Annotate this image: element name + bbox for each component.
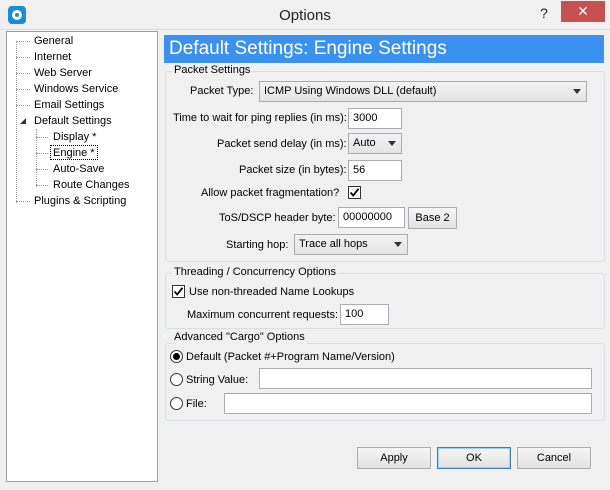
apply-button[interactable]: Apply <box>357 447 431 469</box>
cargo-string-radio[interactable] <box>170 373 183 386</box>
packet-size-input[interactable]: 56 <box>348 160 402 181</box>
packet-size-label: Packet size (in bytes): <box>239 164 347 176</box>
title-bar: Options ? ✕ <box>0 0 610 30</box>
tree-item-route-changes[interactable]: Route Changes <box>53 178 129 193</box>
checkmark-icon <box>349 188 360 197</box>
tree-connector <box>16 89 30 90</box>
cargo-file-input[interactable] <box>224 393 592 414</box>
help-button[interactable]: ? <box>530 2 558 24</box>
cargo-string-label[interactable]: String Value: <box>186 373 248 387</box>
cancel-button[interactable]: Cancel <box>517 447 591 469</box>
chevron-down-icon <box>573 89 581 94</box>
tree-item-engine[interactable]: Engine * <box>50 145 98 160</box>
tree-connector <box>16 73 30 74</box>
base2-button[interactable]: Base 2 <box>408 207 457 229</box>
cargo-default-label[interactable]: Default (Packet #+Program Name/Version) <box>186 350 395 364</box>
tree-item-display[interactable]: Display * <box>53 130 96 145</box>
tos-input[interactable]: 00000000 <box>338 207 405 228</box>
tos-label: ToS/DSCP header byte: <box>219 212 336 224</box>
page-title: Default Settings: Engine Settings <box>164 35 604 63</box>
packet-type-select[interactable]: ICMP Using Windows DLL (default) <box>259 81 587 102</box>
close-button[interactable]: ✕ <box>561 1 605 22</box>
packet-type-value: ICMP Using Windows DLL (default) <box>264 85 437 97</box>
tree-item-plugins-scripting[interactable]: Plugins & Scripting <box>34 194 126 209</box>
max-requests-label: Maximum concurrent requests: <box>187 309 338 321</box>
tree-connector <box>36 169 48 170</box>
checkmark-icon <box>173 287 184 296</box>
starting-hop-value: Trace all hops <box>299 238 368 250</box>
cargo-file-radio[interactable] <box>170 397 183 410</box>
packet-type-label: Packet Type: <box>190 85 254 97</box>
tree-connector <box>16 41 17 203</box>
collapse-arrow-icon[interactable] <box>19 117 27 125</box>
tree-connector <box>36 185 48 186</box>
window-title: Options <box>279 7 331 24</box>
timeout-input[interactable]: 3000 <box>348 108 402 129</box>
tree-item-general[interactable]: General <box>34 34 73 49</box>
starting-hop-label: Starting hop: <box>226 239 289 251</box>
tree-item-default-settings[interactable]: Default Settings <box>34 114 112 129</box>
tree-item-internet[interactable]: Internet <box>34 50 71 65</box>
max-requests-input[interactable]: 100 <box>340 304 389 325</box>
tree-connector <box>16 41 30 42</box>
settings-tree: General Internet Web Server Windows Serv… <box>6 31 158 482</box>
starting-hop-select[interactable]: Trace all hops <box>294 234 408 255</box>
cargo-title: Advanced "Cargo" Options <box>172 331 307 344</box>
fragmentation-checkbox[interactable] <box>348 186 361 199</box>
cargo-file-label[interactable]: File: <box>186 397 207 411</box>
packet-settings-title: Packet Settings <box>172 64 253 77</box>
timeout-label: Time to wait for ping replies (in ms): <box>173 112 347 124</box>
chevron-down-icon <box>388 141 396 146</box>
nonthreaded-checkbox[interactable] <box>172 285 185 298</box>
chevron-down-icon <box>394 242 402 247</box>
send-delay-value: Auto <box>353 137 376 149</box>
tree-item-email-settings[interactable]: Email Settings <box>34 98 104 113</box>
cargo-default-radio[interactable] <box>170 350 183 363</box>
tree-connector <box>16 105 30 106</box>
tree-item-auto-save[interactable]: Auto-Save <box>53 162 104 177</box>
cargo-string-input[interactable] <box>259 368 592 389</box>
send-delay-select[interactable]: Auto <box>348 133 402 154</box>
tree-connector <box>16 57 30 58</box>
fragmentation-label: Allow packet fragmentation? <box>201 187 340 199</box>
send-delay-label: Packet send delay (in ms): <box>217 138 347 150</box>
tree-connector <box>36 137 48 138</box>
nonthreaded-label[interactable]: Use non-threaded Name Lookups <box>189 285 354 299</box>
tree-item-windows-service[interactable]: Windows Service <box>34 82 118 97</box>
threading-title: Threading / Concurrency Options <box>172 266 339 279</box>
tree-connector <box>36 153 48 154</box>
ok-button[interactable]: OK <box>437 447 511 469</box>
tree-item-web-server[interactable]: Web Server <box>34 66 92 81</box>
tree-connector <box>16 201 30 202</box>
